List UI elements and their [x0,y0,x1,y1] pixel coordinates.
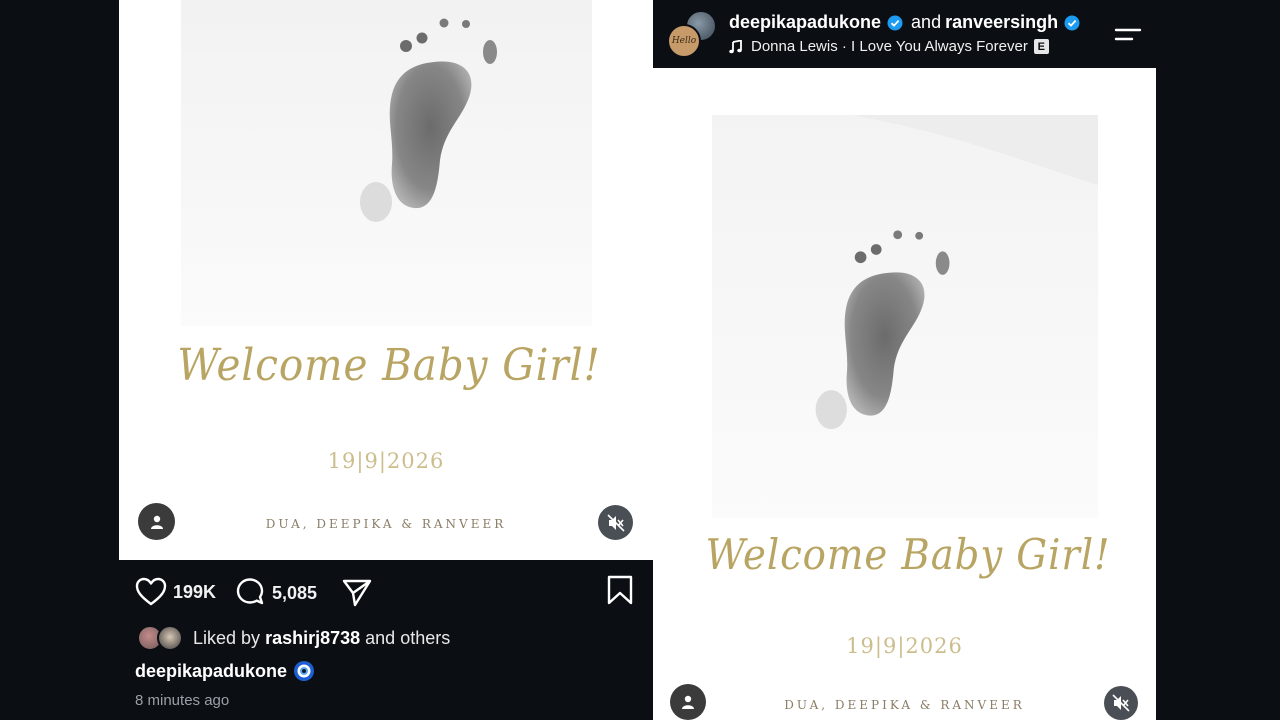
like-count[interactable]: 199K [173,582,216,603]
verified-badge-icon [887,15,903,30]
collab-usernames: deepikapadukone and ranveersingh [729,12,1080,33]
music-note-icon [729,39,742,53]
audio-track[interactable]: Donna Lewis · I Love You Always Forever … [729,38,1049,55]
mute-toggle-button[interactable] [598,505,633,540]
person-icon [150,515,163,529]
heart-icon[interactable] [135,577,167,607]
paper-shadow [852,115,1098,185]
right-post: Hello deepikapadukone and ranveersingh D… [653,0,1156,720]
author-username[interactable]: deepikapadukone [729,12,881,33]
liker-avatars[interactable] [135,625,183,651]
post-action-bar: 199K 5,085 [119,575,653,609]
save-action[interactable] [606,575,634,605]
evil-eye-icon [294,661,315,681]
verified-badge-icon [1064,15,1080,30]
collaborator-username[interactable]: ranveersingh [945,12,1058,33]
comment-action[interactable]: 5,085 [234,577,317,609]
left-post: Welcome Baby Girl! 19|9|2026 DUA, DEEPIK… [119,0,653,720]
birth-date-text: 19|9|2026 [846,634,963,658]
footprint-illustration [815,230,950,430]
menu-icon[interactable] [1114,24,1142,44]
person-icon [682,695,694,709]
caption-row: deepikapadukone [135,660,315,682]
explicit-badge: E [1033,39,1049,54]
comment-bubble-icon[interactable] [234,577,266,609]
collab-avatars[interactable]: Hello [667,10,719,60]
birth-date-text: 19|9|2026 [327,449,445,473]
mute-toggle-button[interactable] [1104,686,1138,720]
avatar-text: Hello [671,36,697,46]
avatar[interactable]: Hello [667,24,701,58]
left-post-image[interactable]: Welcome Baby Girl! 19|9|2026 DUA, DEEPIK… [119,0,653,560]
bookmark-icon[interactable] [606,575,634,605]
post-header: Hello deepikapadukone and ranveersingh D… [653,0,1156,68]
parent-names-text: DUA, DEEPIKA & RANVEER [265,517,507,531]
speaker-muted-icon [1112,694,1130,712]
footprint-photo [181,0,592,326]
like-action[interactable]: 199K [135,577,216,607]
welcome-baby-girl-text: Welcome Baby Girl! [705,530,1111,579]
comment-count[interactable]: 5,085 [272,583,317,604]
welcome-baby-girl-text: Welcome Baby Girl! [177,340,601,391]
send-icon[interactable] [341,577,373,609]
tagged-people-button[interactable] [138,503,175,540]
liked-by-row: Liked by rashirj8738 and others [135,625,450,651]
liked-by-suffix[interactable]: and others [365,628,450,649]
avatar[interactable] [157,625,183,651]
caption-username[interactable]: deepikapadukone [135,661,287,682]
share-action[interactable] [341,577,373,609]
speaker-muted-icon [606,513,625,532]
liker-username[interactable]: rashirj8738 [265,628,360,649]
footprint-illustration [360,18,497,222]
tagged-people-button[interactable] [670,684,706,720]
evil-eye-emoji [293,660,315,682]
collab-connector: and [911,12,942,32]
liked-by-prefix: Liked by [193,627,261,648]
song-title[interactable]: Donna Lewis · I Love You Always Forever [751,38,1028,55]
parent-names-text: DUA, DEEPIKA & RANVEER [784,698,1025,712]
post-timestamp: 8 minutes ago [135,692,230,709]
